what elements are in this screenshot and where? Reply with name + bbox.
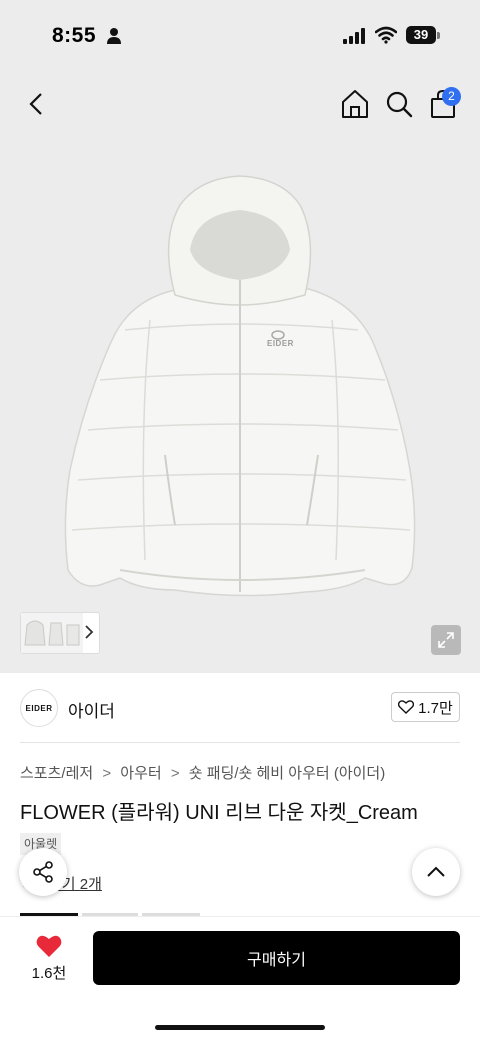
share-button[interactable]	[19, 848, 67, 896]
breadcrumb: 스포츠/레저 > 아우터 > 숏 패딩/숏 헤비 아우터 (아이더)	[20, 762, 385, 783]
person-icon	[107, 28, 121, 44]
breadcrumb-item[interactable]: 스포츠/레저	[20, 765, 93, 782]
cart-count-badge: 2	[442, 87, 461, 106]
expand-icon	[438, 632, 454, 648]
wish-count: 1.6천	[31, 965, 67, 982]
home-indicator	[155, 1025, 325, 1030]
chevron-right-icon: >	[170, 765, 180, 782]
brand-logo[interactable]: EIDER	[20, 689, 58, 727]
wifi-icon	[375, 26, 397, 44]
battery-indicator: 39	[406, 26, 436, 44]
battery-tip	[437, 32, 440, 39]
thumbnail-image	[21, 613, 83, 653]
breadcrumb-item[interactable]: 아우터	[120, 765, 161, 782]
heart-outline-icon	[398, 700, 415, 714]
status-time: 8:55	[52, 24, 97, 47]
chevron-up-icon	[427, 866, 445, 877]
back-button[interactable]	[22, 88, 50, 120]
buy-button[interactable]: 구매하기	[93, 931, 460, 985]
product-title: FLOWER (플라워) UNI 리브 다운 자켓_Cream	[20, 802, 418, 824]
heart-icon[interactable]	[36, 934, 62, 958]
jacket-logo-text: EIDER	[267, 339, 294, 348]
expand-button[interactable]	[431, 625, 461, 655]
divider	[20, 742, 460, 743]
scroll-top-button[interactable]	[412, 848, 460, 896]
chevron-right-icon: >	[102, 765, 112, 782]
brand-logo-text: EIDER	[25, 703, 53, 713]
cell-signal-icon	[343, 28, 365, 44]
brand-like-count: 1.7만	[418, 699, 453, 717]
chevron-right-icon[interactable]	[84, 624, 94, 640]
share-icon	[33, 861, 53, 883]
product-image[interactable]	[0, 150, 480, 620]
brand-like-button[interactable]: 1.7만	[391, 692, 460, 722]
home-icon[interactable]	[340, 88, 370, 120]
search-icon[interactable]	[384, 88, 414, 120]
breadcrumb-item[interactable]: 숏 패딩/숏 헤비 아우터 (아이더)	[189, 765, 385, 782]
status-bar: 8:55 39	[0, 0, 480, 70]
chevron-left-icon	[29, 93, 42, 115]
brand-name[interactable]: 아이더	[68, 697, 115, 722]
